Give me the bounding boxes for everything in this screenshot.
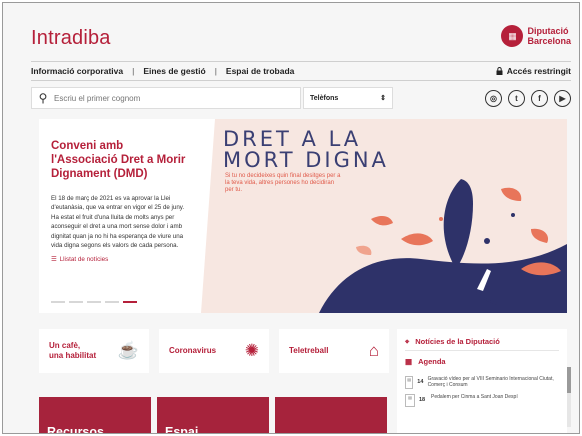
news-title: Notícies de la Diputació [415,337,500,346]
agenda-item[interactable]: ▤ 18 Pedalem per Cinma a Sant Joan Despí [405,394,559,407]
tile-espai[interactable]: Espai [157,397,269,433]
top-navigation: Informació corporativa | Eines de gestió… [31,61,571,81]
agenda-day: 14 [417,379,424,385]
restricted-access-label: Accés restringit [506,66,571,76]
hero-headline-line-1: DRET A LA [223,127,362,151]
calendar-day-icon: ▤ [405,394,415,407]
card-label: Teletreball [289,346,329,355]
search-box: ⚲ [31,87,301,109]
nav-separator: | [214,66,217,76]
logo-text: Diputació Barcelona [527,26,571,46]
hero-carousel: Conveni amb l'Associació Dret a Morir Di… [39,119,567,313]
card-label-line-2: una habilitat [49,351,97,360]
carousel-dot[interactable] [51,301,65,303]
scrollbar-thumb[interactable] [567,367,571,393]
list-icon: ☰ [51,256,57,264]
logo-line-1: Diputació [527,26,569,36]
restricted-access-link[interactable]: Accés restringit [496,66,571,76]
hero-headline: DRET A LA MORT DIGNA [223,129,389,171]
carousel-dot[interactable] [105,301,119,303]
resource-tiles: Recursos Espai [39,397,387,433]
search-input[interactable] [54,93,294,103]
search-type-value: Telèfons [310,94,339,102]
card-label-line-1: Un cafè, [49,341,81,350]
card-coronavirus[interactable]: Coronavirus ✺ [159,329,269,373]
agenda-text: Pedalem per Cinma a Sant Joan Despí [431,394,518,400]
news-header[interactable]: ⌖ Notícies de la Diputació [405,333,559,351]
search-icon[interactable]: ⚲ [32,91,54,105]
card-cafe-habilitat[interactable]: Un cafè, una habilitat ☕ [39,329,149,373]
news-list-label: Llistat de notícies [59,256,109,264]
card-label: Coronavirus [169,346,217,355]
site-header: Intradiba ▦ Diputació Barcelona [31,25,571,55]
youtube-icon[interactable]: ▶ [554,89,571,107]
agenda-text: Gravació vídeo per al VIII Seminario Int… [427,376,554,388]
card-teletreball[interactable]: Teletreball ⌂ [279,329,389,373]
carousel-dot[interactable] [69,301,83,303]
hero-body: El 18 de març de 2021 es va aprovar la L… [51,195,185,250]
agenda-item[interactable]: ▤ 14 Gravació vídeo per al VIII Seminari… [405,376,559,389]
diputacio-emblem-icon: ▦ [501,25,524,47]
tile-third[interactable] [275,397,387,433]
card-label: Un cafè, una habilitat [49,341,96,361]
home-office-icon: ⌂ [368,341,379,360]
carousel-dots [51,301,137,303]
lock-icon [496,67,503,75]
browser-frame: Intradiba ▦ Diputació Barcelona Informac… [2,2,580,434]
agenda-list: ▤ 14 Gravació vídeo per al VIII Seminari… [405,376,559,407]
agenda-title: Agenda [418,356,446,366]
news-list-link[interactable]: ☰ Llistat de notícies [51,256,191,263]
news-panel: ⌖ Notícies de la Diputació ▦ Agenda ▤ 14… [397,329,571,433]
quick-access-cards: Un cafè, una habilitat ☕ Coronavirus ✺ T… [39,329,389,373]
agenda-header[interactable]: ▦ Agenda [405,351,559,371]
instagram-icon[interactable]: ◎ [485,89,502,107]
hero-title[interactable]: Conveni amb l'Associació Dret a Morir Di… [51,139,191,181]
calendar-icon: ▦ [405,356,413,366]
hero-image[interactable]: DRET A LA MORT DIGNA Si tu no decideixes… [201,119,567,313]
diputacio-logo[interactable]: ▦ Diputació Barcelona [501,25,571,47]
agenda-day: 18 [419,397,426,403]
select-arrows-icon: ⇕ [380,95,386,102]
carousel-dot-active[interactable] [123,301,137,303]
search-row: ⚲ Telèfons ⇕ ◎ t f ▶ [31,87,571,109]
tile-recursos[interactable]: Recursos [39,397,151,433]
coffee-cup-icon: ☕ [117,341,139,360]
hero-headline-line-2: MORT DIGNA [223,148,389,172]
hero-text-panel: Conveni amb l'Associació Dret a Morir Di… [39,119,201,313]
nav-item-espai[interactable]: Espai de trobada [226,66,295,76]
virus-icon: ✺ [244,341,259,360]
nav-item-informacio[interactable]: Informació corporativa [31,66,123,76]
site-brand[interactable]: Intradiba [31,27,111,50]
search-type-select[interactable]: Telèfons ⇕ [303,87,393,109]
calendar-day-icon: ▤ [405,376,414,389]
nav-item-eines[interactable]: Eines de gestió [143,66,205,76]
facebook-icon[interactable]: f [531,89,548,107]
carousel-dot[interactable] [87,301,101,303]
tag-icon: ⌖ [405,336,410,346]
nav-separator: | [132,66,135,76]
hero-subline: Si tu no decideixes quin final desitges … [225,173,341,193]
twitter-icon[interactable]: t [508,89,525,107]
agenda-scrollbar[interactable] [567,367,571,427]
logo-line-2: Barcelona [527,36,571,46]
social-links: ◎ t f ▶ [485,89,571,107]
